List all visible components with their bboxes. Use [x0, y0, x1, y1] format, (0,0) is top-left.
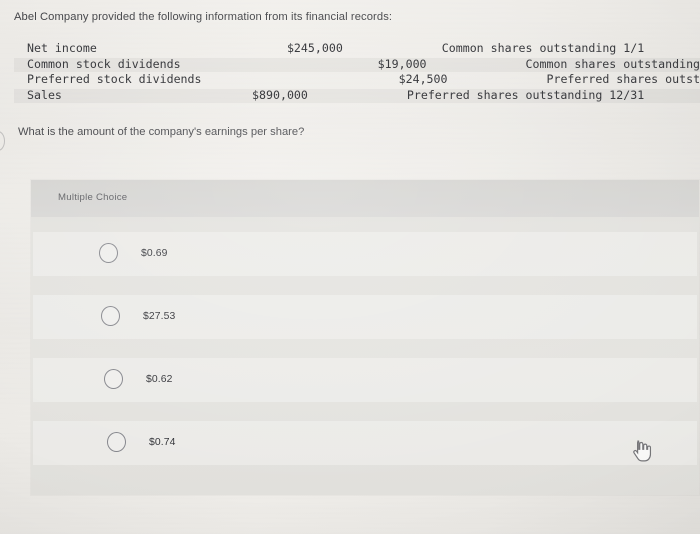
answer-option-1[interactable]: $0.69 — [33, 232, 697, 276]
radio-button-icon[interactable] — [104, 369, 123, 389]
row-label: Preferred stock dividends — [27, 72, 202, 86]
row-amount: $245,000 — [286, 41, 343, 55]
radio-button-icon[interactable] — [99, 243, 118, 263]
answer-option-label: $0.62 — [146, 374, 173, 385]
intro-text: Abel Company provided the following info… — [14, 11, 393, 23]
question-text: What is the amount of the company's earn… — [18, 126, 305, 138]
answer-card: Multiple Choice $0.69 $27.53 $0.62 $0.74 — [31, 180, 699, 495]
answer-option-4[interactable]: $0.74 — [33, 421, 697, 465]
answer-option-label: $0.69 — [141, 248, 168, 259]
row-label: Net income — [27, 41, 97, 55]
row-description: Preferred shares outstanding 12/31 — [406, 87, 645, 102]
scanned-exam-page: Abel Company provided the following info… — [0, 0, 700, 534]
multiple-choice-header — [31, 180, 699, 217]
table-row: Net income $245,000 Common shares outsta… — [0, 41, 700, 57]
row-amount: $19,000 — [377, 56, 427, 71]
row-description: Preferred shares outstanding 1/1 — [546, 72, 700, 86]
table-row: Preferred stock dividends $24,500 Prefer… — [0, 72, 700, 88]
row-description: Common shares outstanding 12/31 — [525, 56, 700, 71]
row-label: Common stock dividends — [27, 56, 181, 71]
radio-button-icon[interactable] — [101, 306, 120, 326]
row-label: Sales — [27, 87, 62, 102]
multiple-choice-label: Multiple Choice — [58, 192, 128, 203]
answer-option-label: $27.53 — [143, 311, 176, 322]
page-edge-artifact-circle — [0, 131, 5, 151]
answer-option-3[interactable]: $0.62 — [33, 358, 697, 402]
table-row: Common stock dividends $19,000 Common sh… — [0, 57, 700, 73]
financial-data-table: Net income $245,000 Common shares outsta… — [0, 41, 700, 103]
table-row: Sales $890,000 Preferred shares outstand… — [0, 88, 700, 104]
pointing-hand-cursor — [633, 440, 652, 462]
answer-option-2[interactable]: $27.53 — [33, 295, 697, 339]
answer-option-label: $0.74 — [149, 437, 176, 448]
row-amount: $890,000 — [252, 87, 308, 102]
row-description: Common shares outstanding 1/1 — [441, 41, 645, 55]
row-amount: $24,500 — [398, 72, 448, 86]
radio-button-icon[interactable] — [107, 432, 126, 452]
